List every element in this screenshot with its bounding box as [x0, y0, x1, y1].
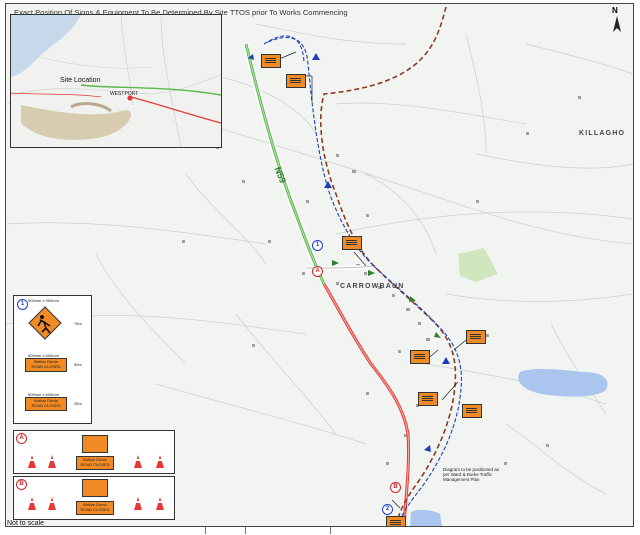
legend-size-1: 900mm x 900mm: [28, 298, 59, 303]
place-label-killaghoo: KILLAGHO: [579, 130, 626, 137]
sign-text-english: ROAD CLOSED: [80, 462, 110, 467]
footer-cell: [205, 527, 206, 534]
map-sign[interactable]: [466, 330, 486, 344]
men-at-work-sign-icon: [28, 306, 62, 340]
legend-dist-3: 25m: [74, 401, 82, 406]
marker-1[interactable]: 1: [312, 240, 323, 251]
traffic-cone-icon: [48, 455, 56, 468]
inset-site-label: Site Location: [60, 77, 101, 84]
inset-town-label: WESTPORT: [110, 91, 139, 97]
road-closed-sign: Bóthar Dúnta ROAD CLOSED: [76, 456, 114, 470]
sign-text-english: ROAD CLOSED: [31, 364, 61, 369]
legend-sign-schedule: 1 900mm x 900mm 75m 900mm x 600mm Bóthar…: [13, 295, 92, 424]
marker-a[interactable]: A: [312, 266, 323, 277]
legend-dist-2: 50m: [74, 362, 82, 367]
footer-divider: [5, 526, 632, 527]
legend-marker-a: A: [16, 433, 27, 444]
inset-basemap: [11, 15, 221, 147]
sign-text-english: ROAD CLOSED: [31, 403, 61, 408]
traffic-cone-icon: [156, 497, 164, 510]
sign-text-english: ROAD CLOSED: [80, 507, 110, 512]
legend-marker-b: B: [16, 479, 27, 490]
map-sign[interactable]: [418, 392, 438, 406]
traffic-cone-icon: [28, 497, 36, 510]
map-sign[interactable]: [261, 54, 281, 68]
legend-dist-1: 75m: [74, 321, 82, 326]
legend-closure-b: B Bóthar Dúnta ROAD CLOSED: [13, 476, 175, 520]
map-sign[interactable]: [286, 74, 306, 88]
diversion-sign: [82, 479, 108, 497]
place-label-carrowbaun: CARROWBAUN: [340, 283, 405, 290]
traffic-cone-icon: [156, 455, 164, 468]
north-label: N: [612, 6, 618, 15]
traffic-cone-icon: [28, 455, 36, 468]
road-closed-sign: Bóthar Dúnta ROAD CLOSED: [25, 397, 67, 411]
traffic-cone-icon: [134, 455, 142, 468]
marker-2[interactable]: 2: [382, 504, 393, 515]
map-sign[interactable]: [410, 350, 430, 364]
road-closed-sign: Bóthar Dúnta ROAD CLOSED: [25, 358, 67, 372]
road-closed-sign: Bóthar Dúnta ROAD CLOSED: [76, 501, 114, 515]
footer-cell: [245, 527, 246, 534]
traffic-cone-icon: [134, 497, 142, 510]
marker-b[interactable]: B: [390, 482, 401, 493]
map-sign[interactable]: [462, 404, 482, 418]
legend-closure-a: A Bóthar Dúnta ROAD CLOSED: [13, 430, 175, 474]
map-sign[interactable]: [342, 236, 362, 250]
diagram-note: Diagram to be positioned as per Ward & B…: [443, 467, 500, 482]
diversion-sign: [82, 435, 108, 453]
inset-location-map[interactable]: Site Location WESTPORT: [10, 14, 222, 148]
footer-cell: [330, 527, 331, 534]
legend-marker-1: 1: [17, 299, 28, 310]
map-sheet: Exact Position Of Signs & Equipment To B…: [0, 0, 640, 535]
traffic-cone-icon: [48, 497, 56, 510]
